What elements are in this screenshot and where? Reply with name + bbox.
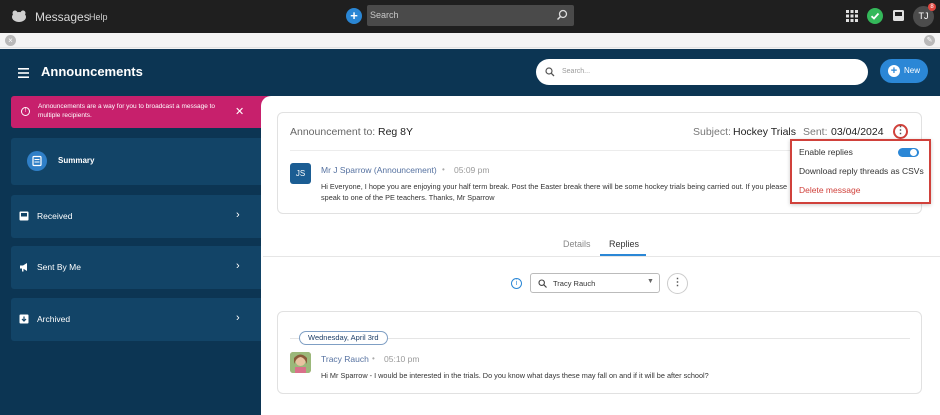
- app-logo-icon[interactable]: [10, 9, 28, 23]
- sent-value: 03/04/2024: [831, 126, 884, 138]
- reply-sender-name: Tracy Rauch: [321, 354, 369, 364]
- date-chip: Wednesday, April 3rd: [299, 331, 388, 345]
- info-alert: ! Announcements are a way for you to bro…: [11, 96, 281, 128]
- enable-replies-toggle[interactable]: [898, 148, 919, 157]
- tab-replies[interactable]: Replies: [609, 239, 639, 249]
- sidebar-item-received[interactable]: Received ›: [11, 195, 281, 238]
- create-plus-button[interactable]: +: [346, 8, 362, 24]
- more-options-button[interactable]: ⋮: [893, 124, 908, 139]
- sidebar-item-label: Summary: [58, 156, 95, 165]
- new-button-label: New: [904, 66, 921, 75]
- chevron-right-icon: ›: [236, 260, 240, 272]
- announcement-search-placeholder: Search...: [562, 68, 591, 75]
- separator-dot: •: [372, 354, 375, 363]
- chevron-right-icon: ›: [236, 312, 240, 324]
- reply-avatar: [290, 352, 311, 373]
- recipient-filter-select[interactable]: Tracy Rauch ▼: [530, 273, 660, 293]
- sidebar-item-label: Received: [37, 211, 73, 221]
- search-icon: [545, 67, 555, 77]
- tabs-divider: [263, 256, 940, 257]
- menu-item-enable-replies[interactable]: Enable replies: [799, 147, 853, 157]
- alert-text: Announcements are a way for you to broad…: [38, 103, 216, 119]
- new-announcement-button[interactable]: + New: [880, 59, 928, 83]
- menu-item-delete-message[interactable]: Delete message: [799, 185, 860, 195]
- search-icon[interactable]: [556, 9, 568, 21]
- options-menu: Enable replies Download reply threads as…: [790, 139, 931, 204]
- secondary-strip: [0, 33, 940, 48]
- status-check-icon[interactable]: [867, 8, 883, 24]
- archive-icon: [19, 314, 29, 324]
- announcement-to-label: Announcement to:: [290, 126, 376, 138]
- inbox-icon: [19, 211, 29, 221]
- subject-value: Hockey Trials: [733, 126, 797, 138]
- apps-grid-icon[interactable]: [846, 10, 858, 22]
- sidebar-item-label: Sent By Me: [37, 262, 81, 272]
- reply-time: 05:10 pm: [384, 354, 420, 364]
- chevron-right-icon: ›: [236, 209, 240, 221]
- sender-name: Mr J Sparrow (Announcement): [321, 165, 437, 175]
- reply-options-button[interactable]: ⋮: [667, 273, 688, 294]
- close-icon[interactable]: ×: [5, 35, 16, 46]
- reply-body: Hi Mr Sparrow - I would be interested in…: [321, 371, 709, 380]
- sidebar-item-summary[interactable]: Summary: [11, 138, 281, 185]
- chevron-down-icon: ▼: [647, 278, 654, 285]
- info-icon[interactable]: i: [511, 278, 522, 289]
- sent-label: Sent:: [803, 126, 828, 138]
- sidebar-item-archived[interactable]: Archived ›: [11, 298, 281, 341]
- page-title: Announcements: [41, 64, 143, 79]
- subject-label: Subject:: [693, 126, 731, 138]
- pin-icon[interactable]: ✎: [924, 35, 935, 46]
- message-time: 05:09 pm: [454, 165, 490, 175]
- inbox-icon[interactable]: [892, 9, 905, 22]
- announcement-body: Hi Everyone, I hope you are enjoying you…: [321, 182, 788, 202]
- app-title[interactable]: Messages: [35, 10, 90, 24]
- sidebar-item-sent-by-me[interactable]: Sent By Me ›: [11, 246, 281, 289]
- alert-close-icon[interactable]: ✕: [235, 105, 244, 118]
- menu-item-download-csv[interactable]: Download reply threads as CSVs: [799, 166, 924, 176]
- toggle-knob: [910, 149, 917, 156]
- announcement-to-value: Reg 8Y: [378, 126, 414, 138]
- global-search-placeholder: Search: [370, 10, 399, 20]
- tab-details[interactable]: Details: [563, 239, 591, 249]
- sidebar-item-label: Archived: [37, 314, 71, 324]
- megaphone-icon: [20, 263, 27, 272]
- separator-dot: •: [442, 165, 445, 174]
- sender-avatar: JS: [290, 163, 311, 184]
- search-icon: [538, 279, 547, 288]
- reply-card: [277, 311, 922, 394]
- notification-badge: 8: [928, 3, 936, 11]
- alert-info-icon: !: [21, 107, 30, 116]
- summary-icon: [27, 151, 47, 171]
- menu-icon[interactable]: [18, 68, 29, 78]
- plus-icon: +: [888, 65, 900, 77]
- help-link[interactable]: Help: [89, 12, 108, 22]
- filter-selected-value: Tracy Rauch: [553, 279, 596, 288]
